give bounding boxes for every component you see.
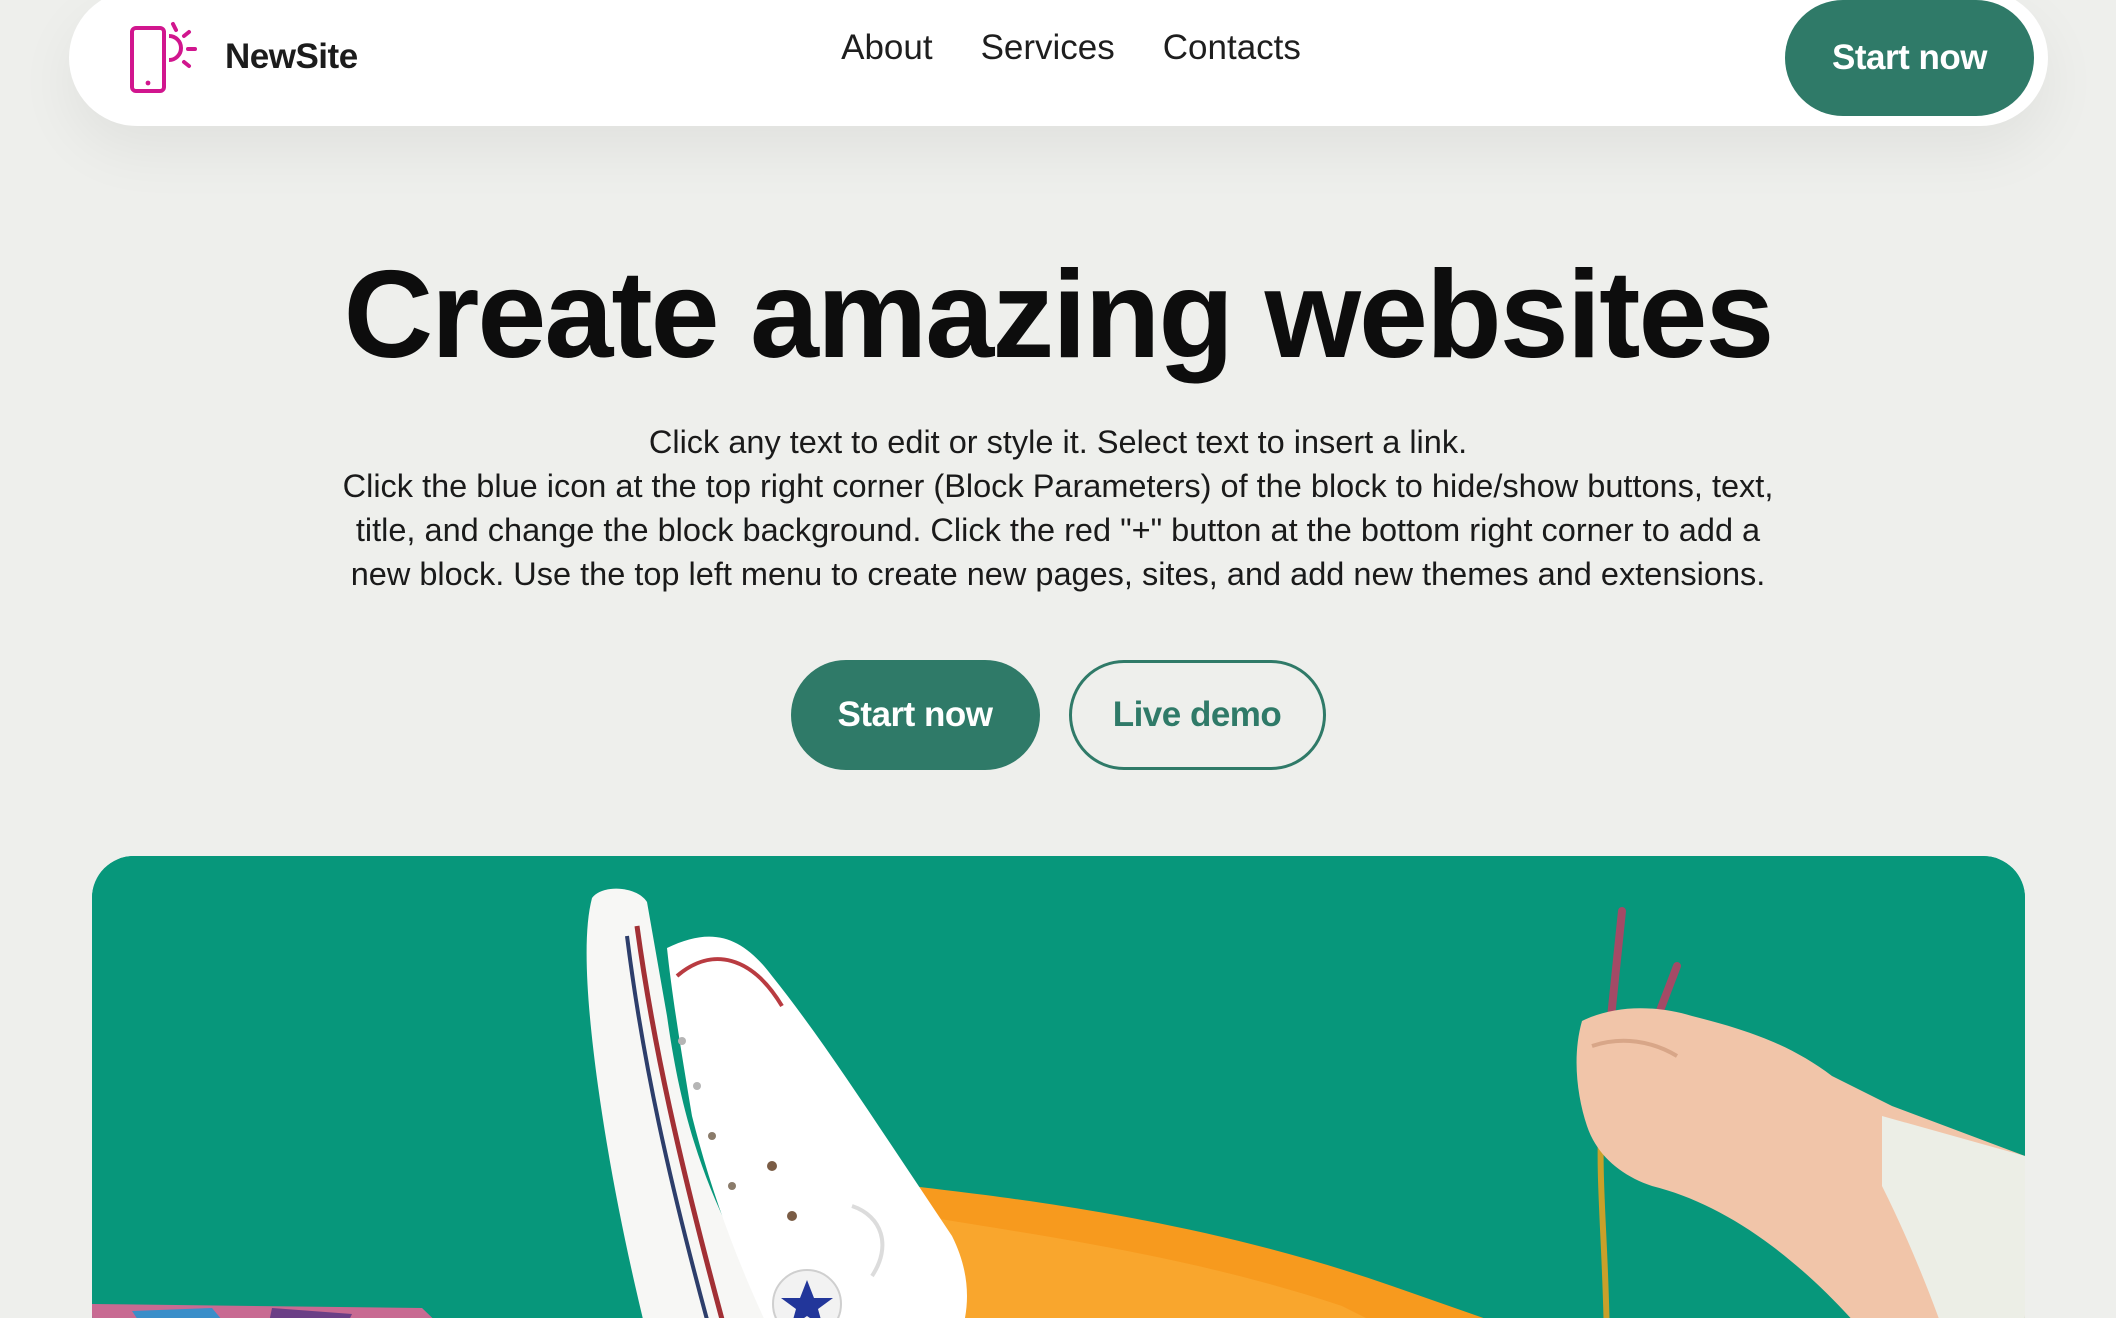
navbar: NewSite About Services Contacts Start no… [69,0,2048,126]
hero-description-line-1: Click any text to edit or style it. Sele… [648,424,1468,460]
hero-buttons: Start now Live demo [0,660,2116,770]
hero-image [92,856,2025,1318]
nav-start-now-button[interactable]: Start now [1785,0,2034,116]
hero-title: Create amazing websites [343,246,1775,384]
live-demo-button[interactable]: Live demo [1068,660,1326,770]
nav-link-contacts[interactable]: Contacts [1163,28,1301,68]
nav-link-services[interactable]: Services [981,28,1115,68]
main-nav: About Services Contacts [69,28,2048,68]
page: NewSite About Services Contacts Start no… [0,0,2116,1318]
nav-link-about[interactable]: About [841,28,932,68]
sneaker-hand-illustration [92,856,2025,1318]
hero-start-now-button[interactable]: Start now [790,660,1040,770]
hero-description: Click any text to edit or style it. Sele… [330,420,1786,596]
hero-description-line-2: Click the blue icon at the top right cor… [342,468,1774,592]
